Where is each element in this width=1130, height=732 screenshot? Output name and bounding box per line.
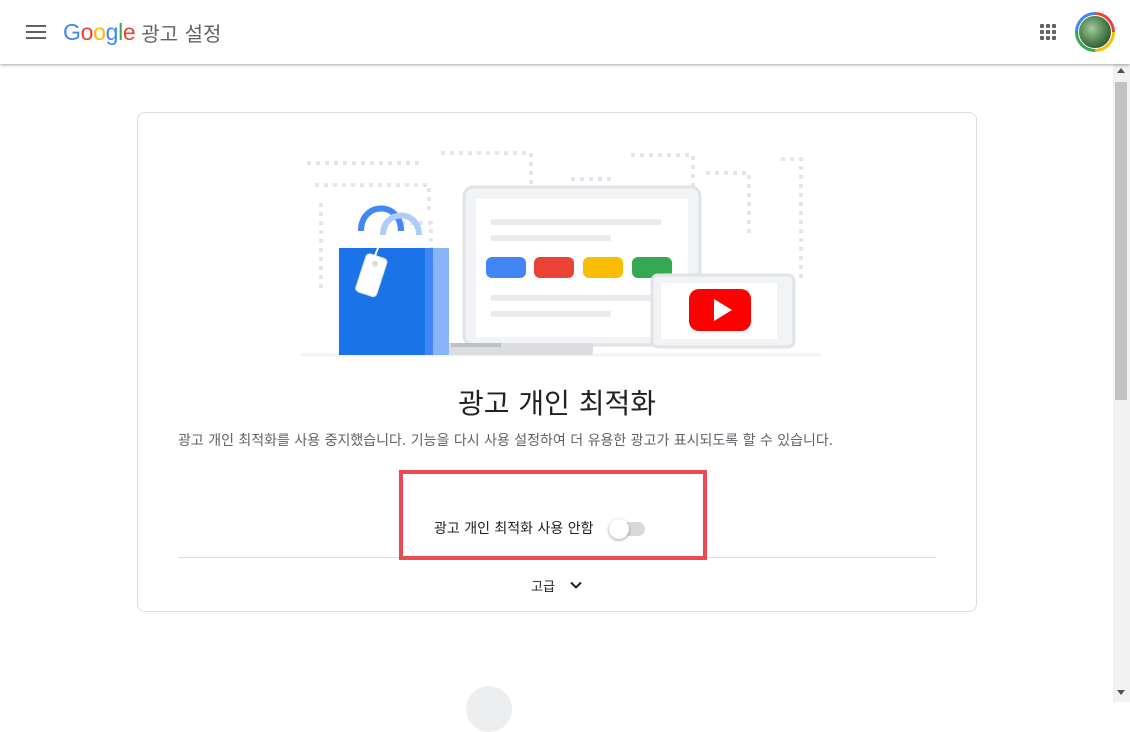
scrollbar-thumb[interactable] (1115, 82, 1127, 400)
ad-personalization-illustration (301, 151, 821, 357)
advanced-label: 고급 (531, 579, 555, 595)
top-app-bar: Google 광고 설정 (0, 0, 1130, 64)
advanced-expander[interactable]: 고급 (138, 571, 976, 599)
scroll-up-arrow-icon[interactable] (1117, 68, 1125, 73)
scroll-down-arrow-icon[interactable] (1117, 690, 1125, 695)
hamburger-icon (26, 25, 46, 27)
product-name: 광고 설정 (141, 21, 222, 46)
google-logo[interactable]: Google 광고 설정 (63, 16, 221, 48)
bottom-section-icon (466, 686, 512, 732)
status-description: 광고 개인 최적화를 사용 중지했습니다. 기능을 다시 사용 설정하여 더 유… (178, 433, 834, 449)
account-avatar[interactable] (1075, 12, 1115, 52)
highlight-box (399, 470, 707, 560)
brand-wordmark: Google (63, 18, 136, 45)
main-menu-button[interactable] (18, 16, 54, 48)
page-title: 광고 개인 최적화 (457, 387, 657, 420)
chevron-down-icon (570, 581, 582, 589)
google-apps-button[interactable] (1036, 20, 1060, 44)
